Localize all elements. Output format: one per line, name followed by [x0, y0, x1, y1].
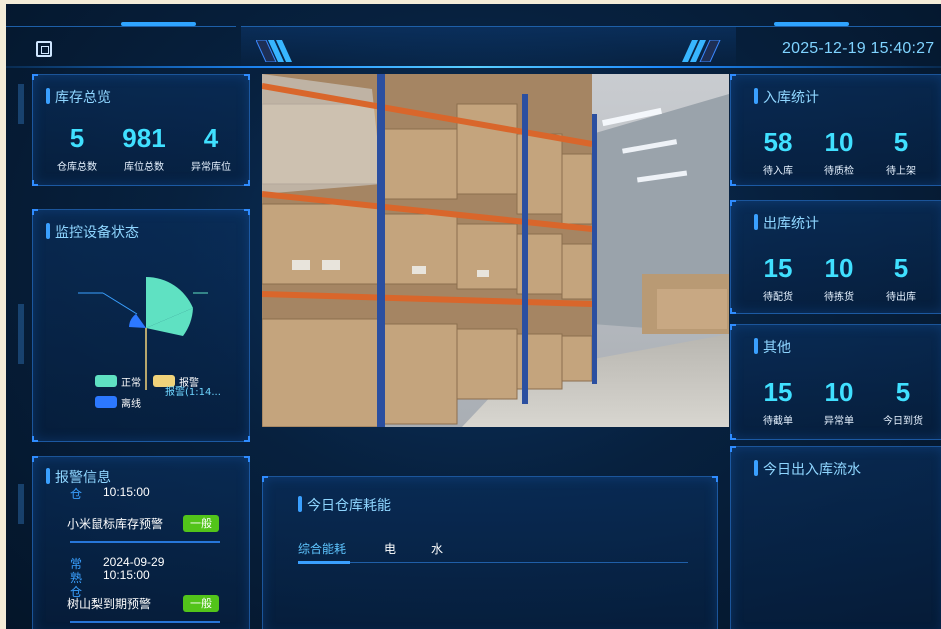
header-center-frame: [241, 26, 736, 68]
stat-pending-shelving: 5 待上架: [879, 127, 923, 177]
other-stats-panel: 其他 15 待截单 10 异常单 5 今日到货: [730, 324, 941, 440]
stat-abnormal-orders: 10 异常单: [817, 377, 861, 427]
stat-label: 库位总数: [124, 162, 164, 173]
stat-value: 10: [824, 253, 854, 283]
side-decoration: [18, 304, 24, 364]
legend-offline-label: 离线: [121, 399, 141, 410]
tab-water[interactable]: 水: [431, 540, 443, 557]
stat-label: 待配货: [763, 292, 793, 303]
header-bar: 2025-12-19 15:40:27: [6, 4, 941, 70]
panel-title: 报警信息: [46, 467, 111, 487]
tab-bar-divider: [298, 562, 688, 563]
stat-value: 15: [763, 377, 793, 407]
stat-pending-inbound: 58 待入库: [755, 127, 801, 177]
alert-message[interactable]: 小米鼠标库存预警: [67, 515, 163, 532]
stripes-right-icon: [682, 40, 721, 62]
panel-title: 今日仓库耗能: [298, 495, 391, 515]
daily-flow-panel: 今日出入库流水: [730, 446, 941, 629]
legend-normal-swatch: [95, 375, 117, 387]
alert-separator: [70, 541, 220, 543]
warehouse-camera-image: [262, 74, 729, 427]
header-divider: [6, 66, 941, 68]
alerts-panel: 报警信息 仓 10:15:00 小米鼠标库存预警 一般 常熟仓 2024-09-…: [32, 456, 250, 629]
tab-comprehensive-energy[interactable]: 综合能耗: [298, 540, 346, 557]
stat-value: 5: [893, 253, 909, 283]
device-status-panel: 监控设备状态 正常 报警 报警(1:14... 离线: [32, 209, 250, 442]
stat-label: 今日到货: [883, 416, 923, 427]
alert-time: 10:15:00: [103, 568, 150, 582]
stat-value: 5: [895, 377, 911, 407]
stat-label: 待截单: [763, 416, 793, 427]
panel-title: 其他: [754, 337, 791, 357]
leader-line: [102, 292, 138, 315]
stat-label: 待出库: [886, 292, 916, 303]
legend-offline-swatch: [95, 396, 117, 408]
inventory-overview-panel: 库存总览 5 仓库总数 981 库位总数 4 异常库位: [32, 74, 250, 186]
stat-label: 待质检: [824, 166, 854, 177]
stat-value: 10: [824, 377, 854, 407]
warehouse-video-feed[interactable]: [262, 74, 729, 427]
panel-title: 今日出入库流水: [754, 459, 861, 479]
header-datetime: 2025-12-19 15:40:27: [782, 40, 935, 57]
stat-value: 58: [763, 127, 793, 157]
chart-tooltip-label: 报警(1:14...: [165, 387, 221, 398]
tab-active-indicator: [298, 561, 350, 564]
stripes-left-icon: [256, 40, 292, 62]
slice-offline: [129, 314, 146, 328]
side-decoration: [18, 84, 24, 124]
stat-label: 异常库位: [191, 162, 231, 173]
stat-pending-outbound: 5 待出库: [879, 253, 923, 303]
stat-today-arrivals: 5 今日到货: [875, 377, 931, 427]
stat-label: 待入库: [763, 166, 793, 177]
outbound-stats-panel: 出库统计 15 待配货 10 待拣货 5 待出库: [730, 200, 941, 314]
header-glow-right: [774, 22, 849, 26]
alert-level-badge: 一般: [183, 595, 219, 612]
dashboard-screen: 2025-12-19 15:40:27 库存总览 5 仓库总数 981 库位总数…: [6, 4, 941, 629]
stat-pending-qc: 10 待质检: [817, 127, 861, 177]
alert-time: 10:15:00: [103, 485, 150, 499]
alert-separator: [70, 621, 220, 623]
side-decoration: [18, 484, 24, 524]
stat-abnormal-location: 4 异常库位: [181, 123, 241, 173]
fullscreen-icon[interactable]: [36, 41, 52, 57]
device-status-chart: [78, 276, 208, 390]
header-glow-left: [121, 22, 196, 26]
tab-electricity[interactable]: 电: [384, 540, 396, 557]
stat-label: 仓库总数: [57, 162, 97, 173]
panel-title: 入库统计: [754, 87, 819, 107]
panel-title: 库存总览: [46, 87, 111, 107]
stat-location-count: 981 库位总数: [113, 123, 175, 173]
stat-label: 待拣货: [824, 292, 854, 303]
stat-value: 5: [69, 123, 85, 153]
legend-normal-label: 正常: [121, 378, 141, 389]
stat-value: 981: [122, 123, 166, 153]
stat-value: 4: [203, 123, 219, 153]
stat-pending-picking: 10 待拣货: [817, 253, 861, 303]
stat-value: 5: [893, 127, 909, 157]
inbound-stats-panel: 入库统计 58 待入库 10 待质检 5 待上架: [730, 74, 941, 186]
stat-value: 10: [824, 127, 854, 157]
stat-pending-cutoff: 15 待截单: [755, 377, 801, 427]
stat-warehouse-count: 5 仓库总数: [49, 123, 105, 173]
header-frame-line: [736, 26, 941, 27]
stat-label: 待上架: [886, 166, 916, 177]
alert-message[interactable]: 树山梨到期预警: [67, 595, 151, 612]
panel-title: 出库统计: [754, 213, 819, 233]
header-frame-line: [6, 26, 236, 27]
alert-category: 仓: [70, 487, 83, 501]
alert-category: 常熟仓: [70, 557, 83, 599]
alert-level-badge: 一般: [183, 515, 219, 532]
stat-label: 异常单: [824, 416, 854, 427]
stat-pending-allocation: 15 待配货: [755, 253, 801, 303]
alert-date: 2024-09-29: [103, 555, 165, 569]
stat-value: 15: [763, 253, 793, 283]
